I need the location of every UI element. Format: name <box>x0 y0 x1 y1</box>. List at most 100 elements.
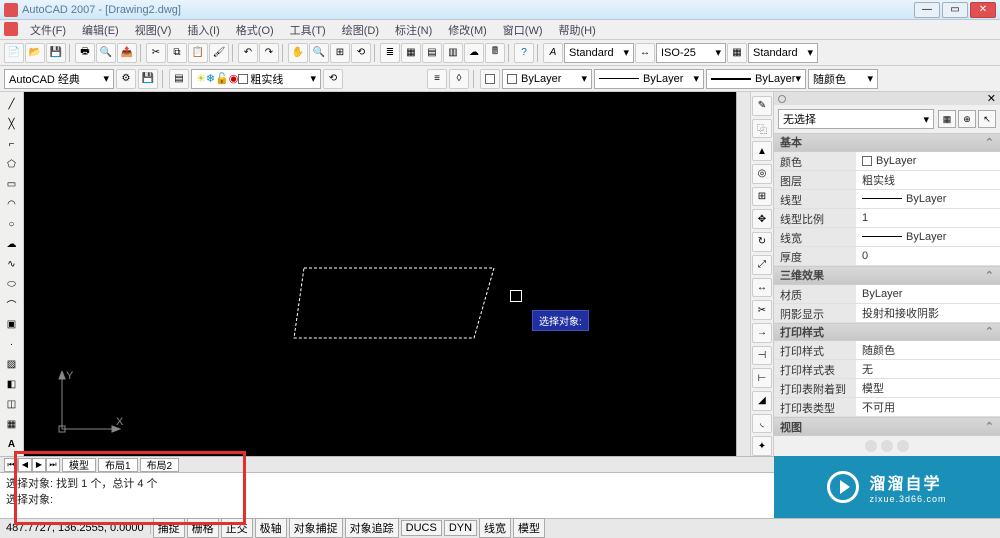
erase-icon[interactable]: ✎ <box>752 96 772 116</box>
toggle-dyn[interactable]: DYN <box>444 520 477 536</box>
lineweight-select[interactable]: ByLayer▾ <box>706 69 806 89</box>
linetype-select[interactable]: ByLayer▾ <box>594 69 704 89</box>
toggle-lwt[interactable]: 线宽 <box>479 518 511 538</box>
menu-view[interactable]: 视图(V) <box>127 20 180 40</box>
ssm-icon[interactable]: ▥ <box>443 43 463 63</box>
pan-icon[interactable]: ✋ <box>288 43 308 63</box>
table-icon[interactable]: ▦ <box>3 416 21 433</box>
preview-icon[interactable]: 🔍 <box>96 43 116 63</box>
toggle-polar[interactable]: 极轴 <box>255 518 287 538</box>
menu-draw[interactable]: 绘图(D) <box>334 20 387 40</box>
polygon-icon[interactable]: ⬠ <box>3 156 21 173</box>
tab-next-icon[interactable]: ▶ <box>32 458 46 472</box>
tab-model[interactable]: 模型 <box>62 458 96 472</box>
dc-icon[interactable]: ▦ <box>401 43 421 63</box>
workspace-save-icon[interactable]: 💾 <box>138 69 158 89</box>
textstyle-icon[interactable]: A <box>543 43 563 63</box>
copy-icon[interactable]: ⧉ <box>167 43 187 63</box>
help-icon[interactable]: ? <box>514 43 534 63</box>
prop-pstyle-value[interactable]: 随颜色 <box>856 341 1000 359</box>
menu-window[interactable]: 窗口(W) <box>495 20 551 40</box>
tab-layout2[interactable]: 布局2 <box>140 458 180 472</box>
block-icon[interactable]: ▣ <box>3 316 21 333</box>
layer-iso-icon[interactable]: ◊ <box>449 69 469 89</box>
ellipsearc-icon[interactable]: ⌒ <box>3 296 21 313</box>
arc-icon[interactable]: ◠ <box>3 196 21 213</box>
offset-icon[interactable]: ◎ <box>752 164 772 184</box>
point-icon[interactable]: · <box>3 336 21 353</box>
mtext-icon[interactable]: A <box>3 436 21 453</box>
close-button[interactable]: ✕ <box>970 2 996 18</box>
layer-select[interactable]: ☀❄🔓◉ 粗实线 ▾ <box>191 69 321 89</box>
line-icon[interactable]: ╱ <box>3 96 21 113</box>
tab-last-icon[interactable]: ⏭ <box>46 458 60 472</box>
rect-icon[interactable]: ▭ <box>3 176 21 193</box>
array-icon[interactable]: ⊞ <box>752 187 772 207</box>
prop-ptable-value[interactable]: 无 <box>856 360 1000 378</box>
pline-icon[interactable]: ⌐ <box>3 136 21 153</box>
toggle-model[interactable]: 模型 <box>513 518 545 538</box>
undo-icon[interactable]: ↶ <box>238 43 258 63</box>
break-icon[interactable]: ⊣ <box>752 346 772 366</box>
menu-edit[interactable]: 编辑(E) <box>74 20 127 40</box>
maximize-button[interactable]: ▭ <box>942 2 968 18</box>
color-select[interactable]: ByLayer▾ <box>502 69 592 89</box>
toggle-ortho[interactable]: 正交 <box>221 518 253 538</box>
xline-icon[interactable]: ╳ <box>3 116 21 133</box>
stretch-icon[interactable]: ↔ <box>752 278 772 298</box>
chamfer-icon[interactable]: ◢ <box>752 391 772 411</box>
layer-states-icon[interactable]: ≡ <box>427 69 447 89</box>
cut-icon[interactable]: ✂ <box>146 43 166 63</box>
prop-thick-value[interactable]: 0 <box>856 247 1000 265</box>
coords-readout[interactable]: 487.7727, 136.2555, 0.0000 <box>0 522 151 534</box>
menu-tools[interactable]: 工具(T) <box>282 20 334 40</box>
prop-pattach-value[interactable]: 模型 <box>856 379 1000 397</box>
extend-icon[interactable]: → <box>752 323 772 343</box>
circle-icon[interactable]: ○ <box>3 216 21 233</box>
pickadd-icon[interactable]: ⊕ <box>958 110 976 128</box>
toggle-otrack[interactable]: 对象追踪 <box>345 518 399 538</box>
canvas-scrollbar-v[interactable] <box>736 92 750 456</box>
mirror-icon[interactable]: ▲ <box>752 141 772 161</box>
section-general[interactable]: 基本⌃ <box>774 133 1000 152</box>
workspace-select[interactable]: AutoCAD 经典▾ <box>4 69 114 89</box>
publish-icon[interactable]: 📤 <box>117 43 137 63</box>
drawing-canvas[interactable]: 选择对象: X Y <box>24 92 750 456</box>
tab-layout1[interactable]: 布局1 <box>98 458 138 472</box>
dimstyle-icon[interactable]: ↔ <box>635 43 655 63</box>
matchprop-icon[interactable]: 🖌 <box>209 43 229 63</box>
toggle-snap[interactable]: 捕捉 <box>153 518 185 538</box>
prop-color-value[interactable]: ByLayer <box>856 152 1000 170</box>
redo-icon[interactable]: ↷ <box>259 43 279 63</box>
menu-help[interactable]: 帮助(H) <box>551 20 604 40</box>
toggle-grid[interactable]: 栅格 <box>187 518 219 538</box>
gradient-icon[interactable]: ◧ <box>3 376 21 393</box>
markup-icon[interactable]: ☁ <box>464 43 484 63</box>
selection-pulldown[interactable]: 无选择 ▾ <box>778 109 934 129</box>
color-btn[interactable] <box>480 69 500 89</box>
move-icon[interactable]: ✥ <box>752 209 772 229</box>
prop-layer-value[interactable]: 粗实线 <box>856 171 1000 189</box>
tab-prev-icon[interactable]: ◀ <box>18 458 32 472</box>
dimstyle-select[interactable]: ISO-25▾ <box>656 43 726 63</box>
prop-linetype-value[interactable]: ByLayer <box>856 190 1000 208</box>
toggle-ducs[interactable]: DUCS <box>401 520 442 536</box>
spline-icon[interactable]: ∿ <box>3 256 21 273</box>
prop-ptype-value[interactable]: 不可用 <box>856 398 1000 416</box>
selectobj-icon[interactable]: ↖ <box>978 110 996 128</box>
layer-prev-icon[interactable]: ⟲ <box>323 69 343 89</box>
copy-mod-icon[interactable]: ⿻ <box>752 119 772 139</box>
open-icon[interactable]: 📂 <box>25 43 45 63</box>
zoom-win-icon[interactable]: ⊞ <box>330 43 350 63</box>
panel-close-icon[interactable]: ✕ <box>987 92 996 105</box>
toggle-osnap[interactable]: 对象捕捉 <box>289 518 343 538</box>
prop-material-value[interactable]: ByLayer <box>856 285 1000 303</box>
zoom-prev-icon[interactable]: ⟲ <box>351 43 371 63</box>
tp-icon[interactable]: ▤ <box>422 43 442 63</box>
textstyle-select[interactable]: Standard▾ <box>564 43 634 63</box>
panel-autohide-icon[interactable] <box>778 95 786 103</box>
paste-icon[interactable]: 📋 <box>188 43 208 63</box>
menu-modify[interactable]: 修改(M) <box>440 20 495 40</box>
workspace-settings-icon[interactable]: ⚙ <box>116 69 136 89</box>
trim-icon[interactable]: ✂ <box>752 300 772 320</box>
